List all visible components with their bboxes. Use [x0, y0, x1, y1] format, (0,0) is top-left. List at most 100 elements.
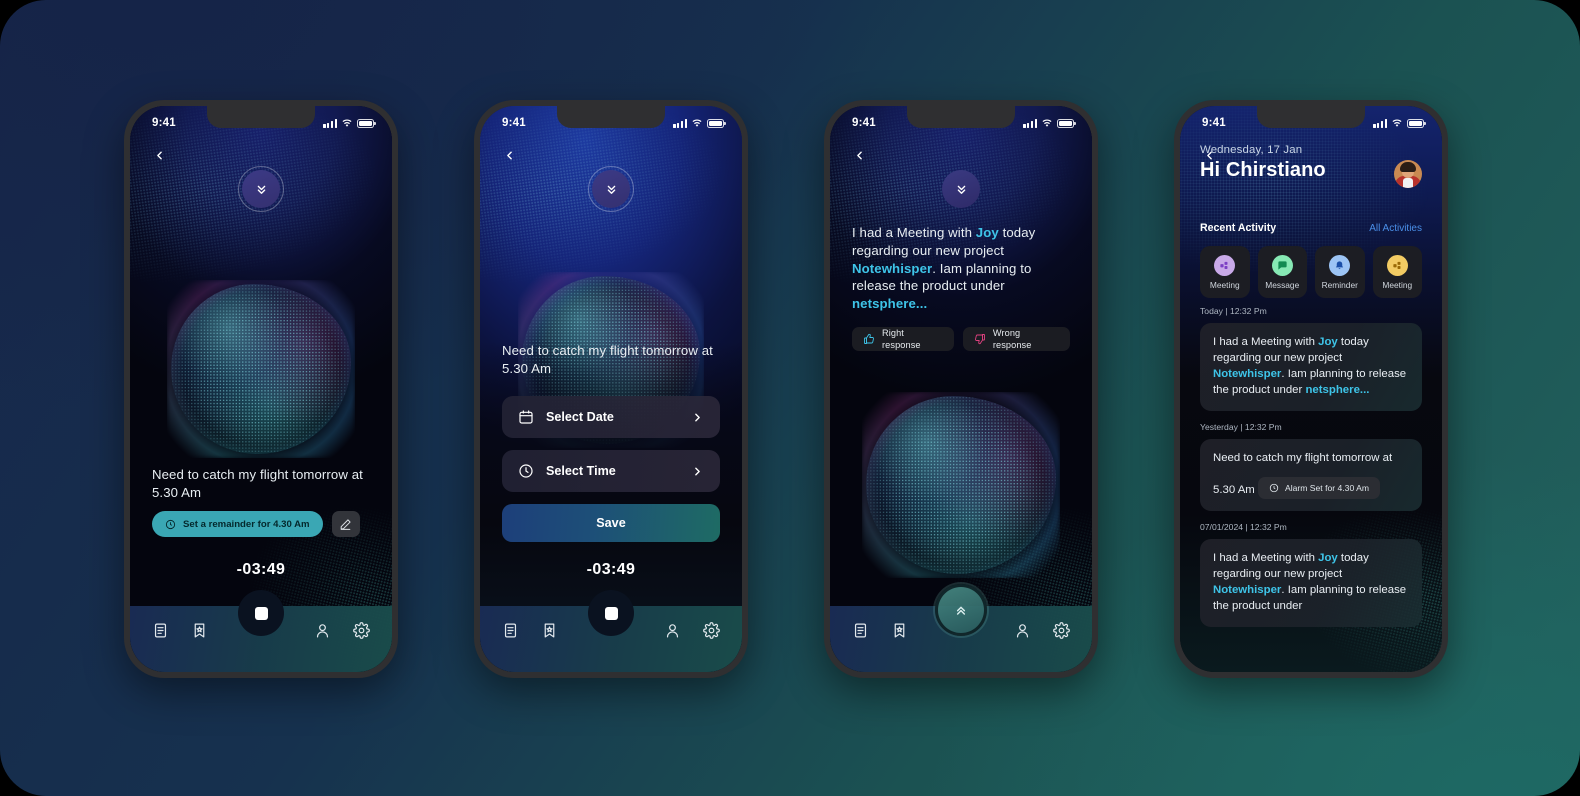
- signal-icon: [1023, 118, 1037, 128]
- bookmark-star-icon[interactable]: [191, 622, 208, 639]
- right-response-button[interactable]: Right response: [852, 327, 954, 352]
- phone-set-reminder: 9:41 Need to catch my flight tomorrow at…: [474, 100, 748, 678]
- user-avatar[interactable]: [1394, 160, 1422, 188]
- chevron-right-icon: [691, 465, 704, 478]
- notch: [557, 106, 665, 128]
- category-message[interactable]: Message: [1257, 246, 1307, 298]
- summary-highlight-notewhisper: Notewhisper: [852, 260, 933, 276]
- chevron-left-icon: [506, 151, 512, 159]
- pencil-icon: [340, 518, 351, 530]
- collapse-button[interactable]: [588, 166, 634, 212]
- reminder-row: Set a remainder for 4.30 Am: [152, 511, 370, 537]
- category-label: Meeting: [1382, 279, 1413, 290]
- bookmark-star-icon[interactable]: [541, 622, 558, 639]
- transcript-text: Need to catch my flight tomorrow at 5.30…: [502, 343, 713, 376]
- save-button[interactable]: Save: [502, 504, 720, 542]
- person-icon[interactable]: [314, 622, 331, 639]
- alarm-chip-label: Alarm Set for 4.30 Am: [1284, 482, 1370, 493]
- all-activities-link[interactable]: All Activities: [1369, 223, 1422, 234]
- battery-icon: [357, 118, 376, 128]
- category-reminder[interactable]: Reminder: [1315, 246, 1365, 298]
- chevron-left-icon: [856, 151, 862, 159]
- collapse-button[interactable]: [938, 166, 984, 212]
- signal-icon: [673, 118, 687, 128]
- voice-orb: [167, 280, 355, 458]
- notes-icon[interactable]: [852, 622, 869, 639]
- blocks-icon: [1214, 254, 1236, 276]
- reminder-chip-label: Set a remainder for 4.30 Am: [183, 518, 310, 530]
- stop-record-button[interactable]: [588, 590, 634, 636]
- battery-icon: [1407, 118, 1426, 128]
- back-button[interactable]: [146, 142, 172, 168]
- reminder-form: Select Date Select Time Save: [502, 396, 720, 542]
- gear-icon[interactable]: [703, 622, 720, 639]
- activity-feed[interactable]: Today | 12:32 Pm I had a Meeting with Jo…: [1180, 306, 1442, 672]
- reminder-chip[interactable]: Set a remainder for 4.30 Am: [152, 511, 323, 537]
- notes-icon[interactable]: [502, 622, 519, 639]
- phone-ai-summary: 9:41 I had a Meeting with Joy today rega…: [824, 100, 1098, 678]
- stop-record-button[interactable]: [238, 590, 284, 636]
- gear-icon[interactable]: [353, 622, 370, 639]
- gear-icon[interactable]: [1053, 622, 1070, 639]
- activity-card-reminder[interactable]: Need to catch my flight tomorrow at 5.30…: [1200, 438, 1422, 511]
- voice-orb: [862, 392, 1060, 578]
- alarm-chip[interactable]: Alarm Set for 4.30 Am: [1257, 476, 1381, 499]
- ai-summary-text: I had a Meeting with Joy today regarding…: [852, 224, 1070, 352]
- thumbs-up-icon: [864, 333, 874, 345]
- notch: [207, 106, 315, 128]
- wifi-icon: [1392, 119, 1402, 127]
- select-time-row[interactable]: Select Time: [502, 450, 720, 492]
- collapse-button[interactable]: [238, 166, 284, 212]
- notes-icon[interactable]: [152, 622, 169, 639]
- category-meeting-purple[interactable]: Meeting: [1200, 246, 1250, 298]
- phone-voice-recording: 9:41 Need to catch my flight tomorrow at…: [124, 100, 398, 678]
- thumbs-down-icon: [974, 334, 985, 345]
- battery-icon: [707, 118, 726, 128]
- clock-icon: [165, 519, 176, 529]
- feed-timestamp: Yesterday | 12:32 Pm: [1200, 421, 1282, 432]
- right-response-label: Right response: [882, 327, 921, 351]
- chevrons-down-icon: [257, 185, 265, 194]
- stop-square-icon: [604, 606, 618, 620]
- signal-icon: [323, 118, 337, 128]
- chevrons-up-icon: [956, 606, 966, 615]
- calendar-icon: [518, 409, 534, 425]
- back-button[interactable]: [846, 142, 872, 168]
- category-label: Reminder: [1321, 279, 1358, 290]
- wrong-response-button[interactable]: Wrong response: [962, 327, 1070, 352]
- expand-up-button[interactable]: [935, 584, 987, 636]
- notch: [907, 106, 1015, 128]
- category-meeting-yellow[interactable]: Meeting: [1372, 246, 1422, 298]
- current-date: Wednesday, 17 Jan: [1200, 144, 1303, 156]
- clock-icon: [1269, 483, 1279, 493]
- summary-highlight-netsphere: netsphere...: [852, 296, 928, 312]
- activity-card-summary-today[interactable]: I had a Meeting with Joy today regarding…: [1200, 323, 1422, 411]
- card-highlight-joy: Joy: [1318, 336, 1338, 348]
- back-button[interactable]: [1196, 142, 1222, 168]
- activity-card-summary-older[interactable]: I had a Meeting with Joy today regarding…: [1200, 538, 1422, 627]
- chevron-right-icon: [691, 411, 704, 424]
- bell-icon: [1329, 254, 1351, 276]
- wifi-icon: [342, 119, 352, 127]
- chat-icon: [1271, 254, 1293, 276]
- card-part-1: I had a Meeting with: [1213, 551, 1319, 564]
- feed-timestamp: Today | 12:32 Pm: [1200, 306, 1267, 316]
- person-icon[interactable]: [1014, 622, 1031, 639]
- status-time: 9:41: [852, 117, 876, 129]
- category-label: Message: [1265, 279, 1300, 290]
- edit-button[interactable]: [331, 511, 360, 537]
- clock-icon: [518, 463, 534, 479]
- wifi-icon: [1042, 119, 1052, 127]
- back-button[interactable]: [496, 142, 522, 168]
- greeting-title: Hi Chirstiano: [1200, 159, 1326, 181]
- recent-activity-header: Recent Activity All Activities: [1200, 222, 1422, 234]
- select-date-row[interactable]: Select Date: [502, 396, 720, 438]
- wifi-icon: [692, 119, 702, 127]
- card-highlight-joy: Joy: [1318, 551, 1338, 564]
- feedback-row: Right response Wrong response: [852, 327, 1070, 352]
- bookmark-star-icon[interactable]: [891, 622, 908, 639]
- chevron-left-icon: [1206, 151, 1212, 159]
- battery-icon: [1057, 118, 1076, 128]
- person-icon[interactable]: [664, 622, 681, 639]
- phone-home-activity: 9:41 Wednesday, 17 Jan Hi Chirstiano Rec…: [1174, 100, 1448, 678]
